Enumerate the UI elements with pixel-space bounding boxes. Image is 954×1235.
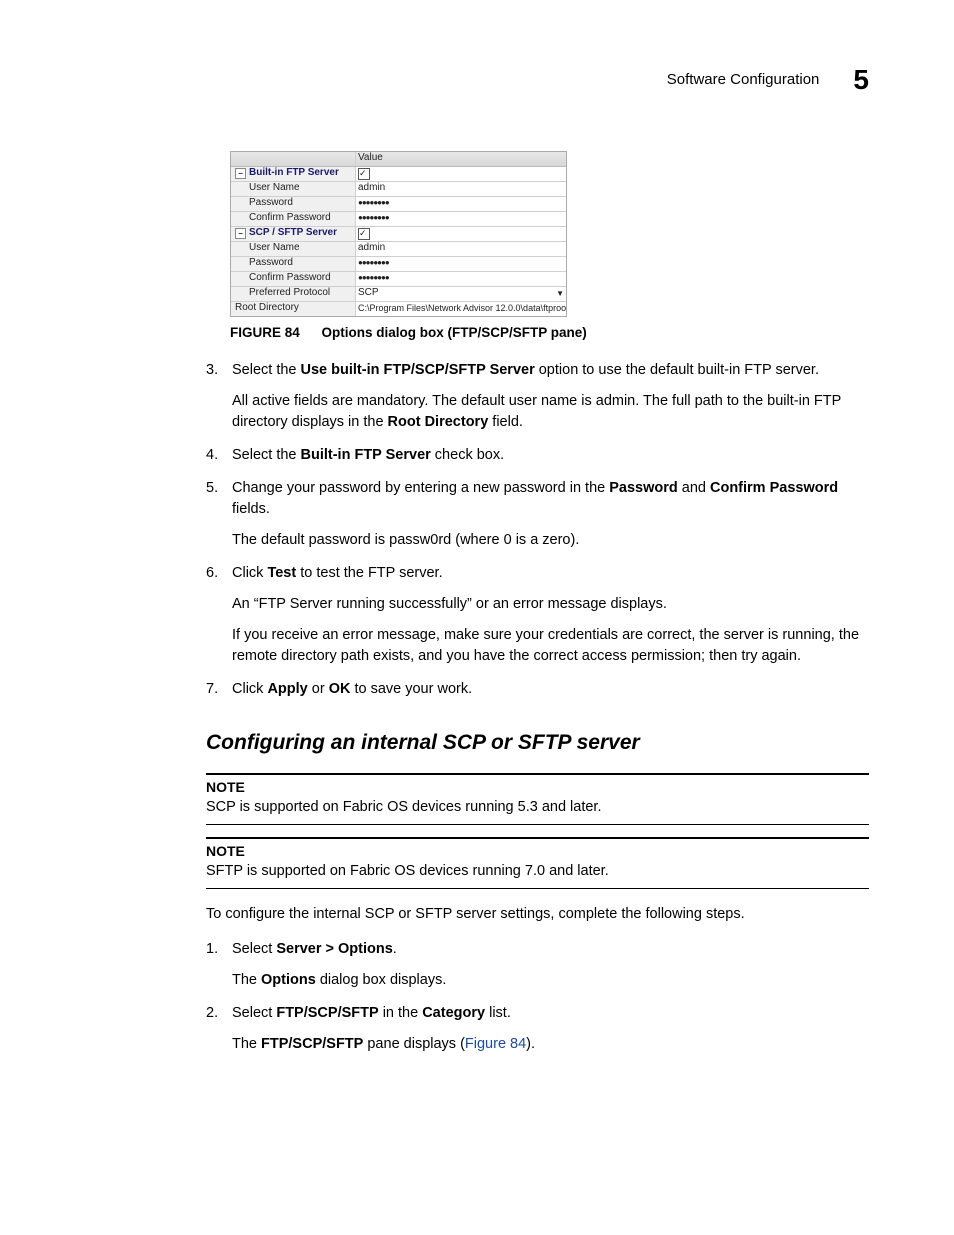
row-username: User Name admin: [231, 182, 566, 197]
note-block: NOTESCP is supported on Fabric OS device…: [206, 773, 869, 825]
bold-term: Server > Options: [276, 941, 392, 957]
bold-term: Category: [422, 1005, 485, 1021]
note-block: NOTESFTP is supported on Fabric OS devic…: [206, 837, 869, 889]
step-followup: If you receive an error message, make su…: [232, 625, 869, 667]
figure-84: Value − Built-in FTP Server User Name ad…: [230, 151, 869, 317]
running-head: Software Configuration 5: [90, 60, 869, 101]
notes-container: NOTESCP is supported on Fabric OS device…: [90, 773, 869, 890]
group-builtin-ftp[interactable]: − Built-in FTP Server: [231, 167, 566, 182]
running-head-title: Software Configuration: [667, 69, 820, 91]
row-username-2: User Name admin: [231, 242, 566, 257]
bold-term: Password: [609, 480, 678, 496]
step-number: 4.: [206, 445, 218, 466]
collapse-icon[interactable]: −: [235, 228, 246, 239]
bold-term: Confirm Password: [710, 480, 838, 496]
step-number: 2.: [206, 1003, 218, 1024]
username-field-2[interactable]: admin: [356, 242, 566, 256]
step-item: 6.Click Test to test the FTP server.An “…: [232, 563, 869, 667]
figure-caption: FIGURE 84 Options dialog box (FTP/SCP/SF…: [230, 323, 869, 343]
step-text: Select Server > Options.: [232, 939, 869, 960]
step-followup: All active fields are mandatory. The def…: [232, 391, 869, 433]
confirm-password-field[interactable]: [356, 212, 566, 226]
chapter-number: 5: [853, 60, 869, 101]
password-field-2[interactable]: [356, 257, 566, 271]
note-rule-top: [206, 773, 869, 775]
bold-term: FTP/SCP/SFTP: [276, 1005, 378, 1021]
cross-reference[interactable]: Figure 84: [465, 1036, 526, 1052]
steps-list-b: 1. Select Server > Options. The Options di…: [90, 939, 869, 1055]
step-item: 3.Select the Use built-in FTP/SCP/SFTP S…: [232, 360, 869, 433]
note-label: NOTE: [206, 841, 869, 861]
checkbox-icon[interactable]: [358, 228, 370, 240]
bold-term: Test: [267, 565, 296, 581]
group-label: − SCP / SFTP Server: [231, 227, 356, 241]
steps-list-a: 3. Select the Use built-in FTP/SCP/SFTP S…: [90, 360, 869, 700]
pane-header-spacer: [231, 152, 356, 166]
bold-term: Options: [261, 972, 316, 988]
confirm-password-field-2[interactable]: [356, 272, 566, 286]
step-followup: The FTP/SCP/SFTP pane displays (Figure 8…: [232, 1034, 869, 1055]
figure-label: FIGURE 84: [230, 325, 300, 340]
lead-paragraph: To configure the internal SCP or SFTP se…: [206, 904, 869, 925]
bold-term: FTP/SCP/SFTP: [261, 1036, 363, 1052]
root-directory-field[interactable]: C:\Program Files\Network Advisor 12.0.0\…: [356, 302, 566, 316]
collapse-icon[interactable]: −: [235, 168, 246, 179]
step-followup: An “FTP Server running successfully” or …: [232, 594, 869, 615]
group-scp-sftp[interactable]: − SCP / SFTP Server: [231, 227, 566, 242]
pane-header-value: Value: [356, 152, 566, 166]
row-root-directory: Root Directory C:\Program Files\Network …: [231, 302, 566, 316]
step-text: Change your password by entering a new p…: [232, 478, 869, 520]
figure-caption-text: Options dialog box (FTP/SCP/SFTP pane): [322, 325, 587, 340]
step-number: 3.: [206, 360, 218, 381]
chevron-down-icon: ▼: [556, 288, 564, 300]
step-number: 6.: [206, 563, 218, 584]
step-item: 7.Click Apply or OK to save your work.: [232, 679, 869, 700]
group-check-cell[interactable]: [356, 167, 566, 181]
subheading: Configuring an internal SCP or SFTP serv…: [90, 728, 869, 758]
note-body: SFTP is supported on Fabric OS devices r…: [206, 861, 869, 889]
row-confirm-password: Confirm Password: [231, 212, 566, 227]
bold-term: OK: [329, 681, 351, 697]
step-text: Select the Built-in FTP Server check box…: [232, 445, 869, 466]
bold-term: Apply: [267, 681, 307, 697]
step-text: Select FTP/SCP/SFTP in the Category list…: [232, 1003, 869, 1024]
step-number: 5.: [206, 478, 218, 499]
row-confirm-password-2: Confirm Password: [231, 272, 566, 287]
ftp-pane: Value − Built-in FTP Server User Name ad…: [230, 151, 567, 317]
bold-term: Root Directory: [388, 414, 489, 430]
note-label: NOTE: [206, 777, 869, 797]
username-field[interactable]: admin: [356, 182, 566, 196]
bold-term: Use built-in FTP/SCP/SFTP Server: [301, 362, 535, 378]
step-text: Click Apply or OK to save your work.: [232, 679, 869, 700]
group-label: − Built-in FTP Server: [231, 167, 356, 181]
step-followup: The default password is passw0rd (where …: [232, 530, 869, 551]
step-item: 5.Change your password by entering a new…: [232, 478, 869, 551]
group-check-cell[interactable]: [356, 227, 566, 241]
step-followup: The Options dialog box displays.: [232, 970, 869, 991]
password-field[interactable]: [356, 197, 566, 211]
row-password: Password: [231, 197, 566, 212]
step-text: Click Test to test the FTP server.: [232, 563, 869, 584]
row-preferred-protocol: Preferred Protocol SCP▼: [231, 287, 566, 302]
pane-header-row: Value: [231, 152, 566, 167]
step-item: 2.Select FTP/SCP/SFTP in the Category li…: [232, 1003, 869, 1055]
row-password-2: Password: [231, 257, 566, 272]
step-number: 7.: [206, 679, 218, 700]
protocol-dropdown[interactable]: SCP▼: [356, 287, 566, 301]
step-text: Select the Use built-in FTP/SCP/SFTP Ser…: [232, 360, 869, 381]
step-item: 1.Select Server > Options.The Options di…: [232, 939, 869, 991]
note-body: SCP is supported on Fabric OS devices ru…: [206, 797, 869, 825]
note-rule-top: [206, 837, 869, 839]
document-page: Software Configuration 5 Value − Built-i…: [0, 0, 954, 1235]
checkbox-icon[interactable]: [358, 168, 370, 180]
step-item: 4.Select the Built-in FTP Server check b…: [232, 445, 869, 466]
bold-term: Built-in FTP Server: [301, 447, 431, 463]
step-number: 1.: [206, 939, 218, 960]
